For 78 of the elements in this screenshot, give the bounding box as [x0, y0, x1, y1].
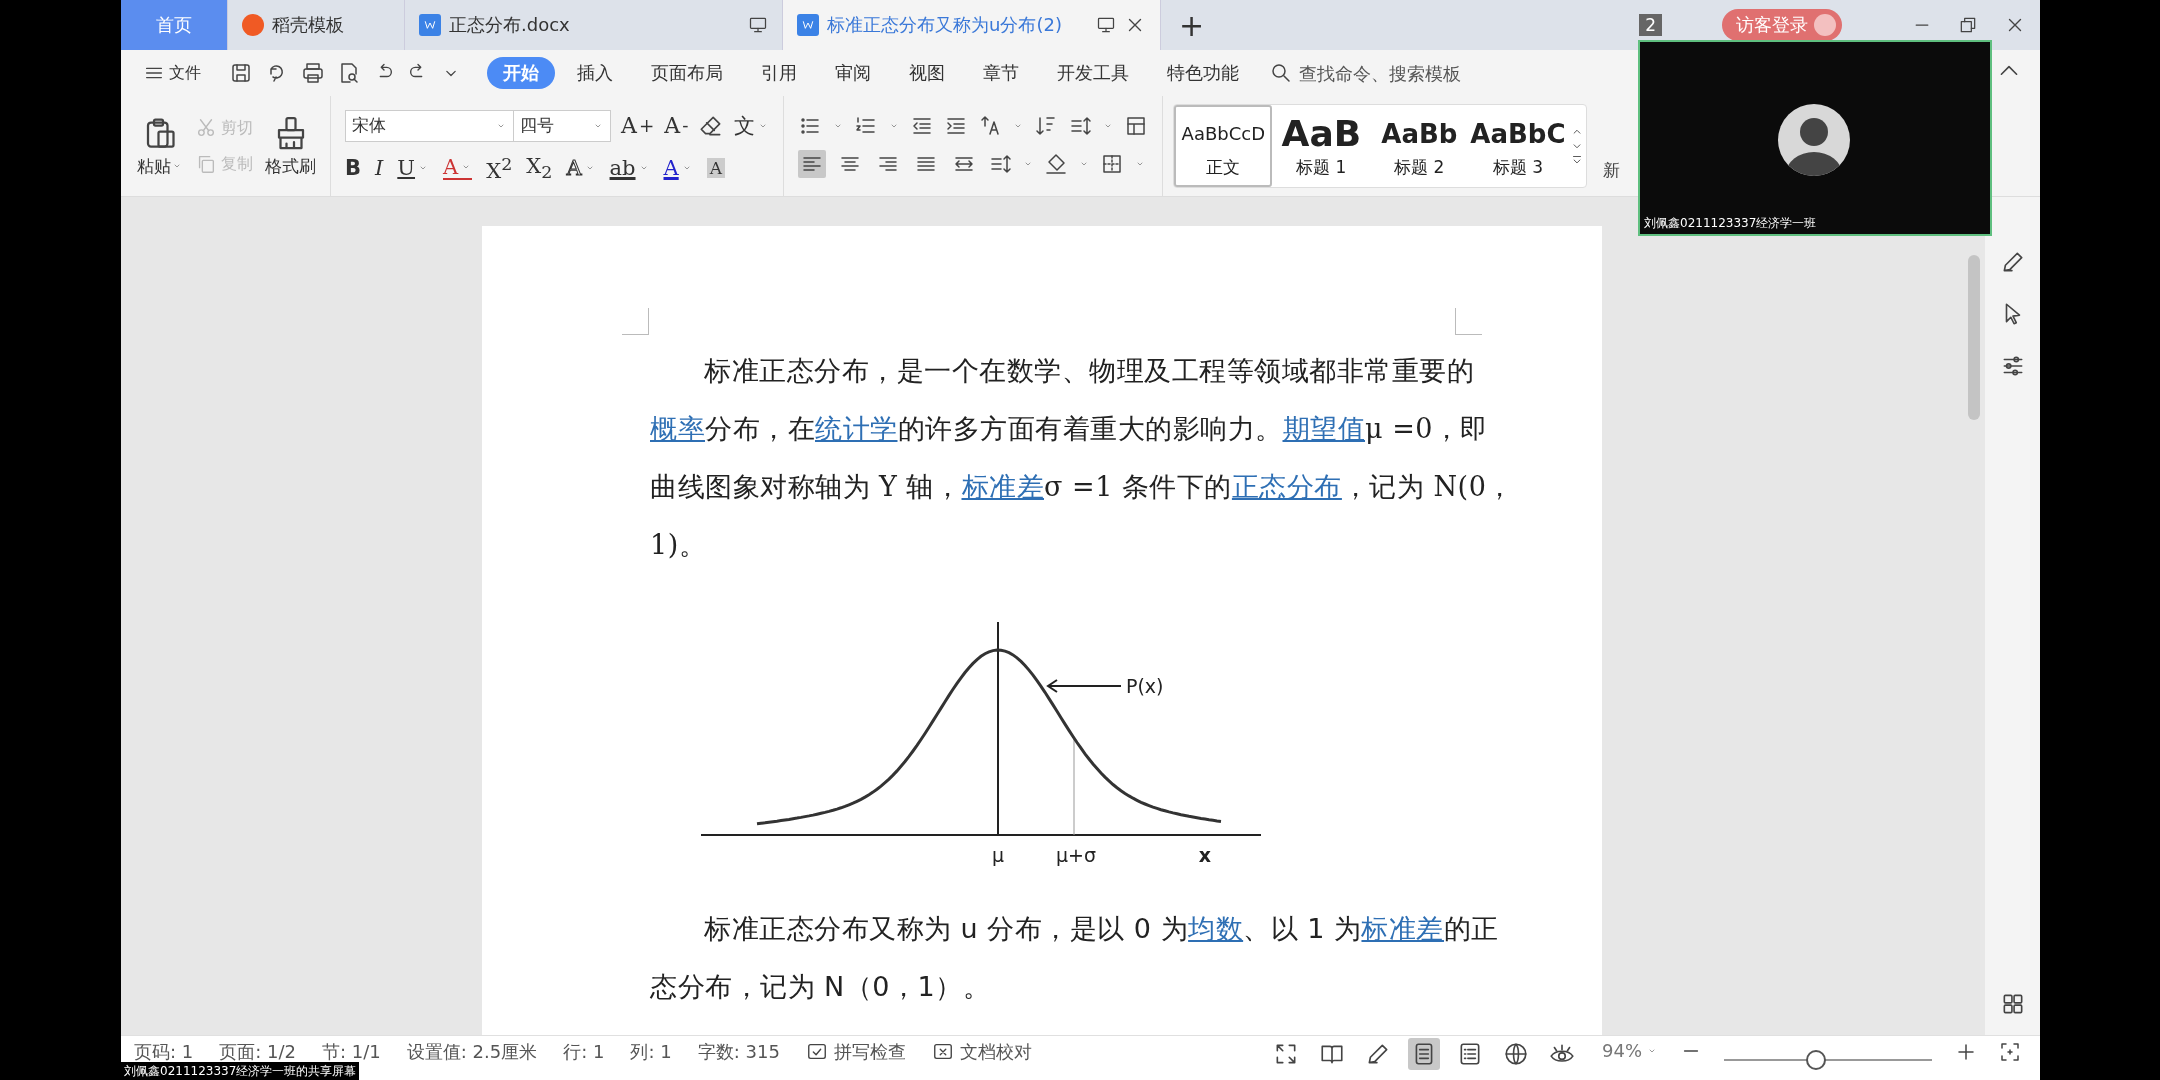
line-spacing-icon[interactable] — [1068, 114, 1093, 138]
screen-share-label: 刘佩鑫0211123337经济学一班的共享屏幕 — [121, 1062, 360, 1080]
curve-label: P(x) — [1126, 675, 1164, 697]
proofread-button[interactable]: 文档校对 — [931, 1040, 1032, 1064]
format-button[interactable]: U — [397, 156, 429, 180]
axis-label: μ+σ — [1055, 844, 1097, 866]
new-style-label[interactable]: 新 — [1602, 159, 1620, 182]
phonetic-button[interactable]: 文 — [734, 111, 770, 140]
globe-icon — [1503, 1041, 1529, 1067]
fit-page-icon[interactable] — [1998, 1040, 2022, 1064]
ribbon-tab[interactable]: 页面布局 — [635, 57, 739, 89]
format-button[interactable]: A — [566, 156, 596, 180]
ribbon-tab[interactable]: 插入 — [561, 57, 629, 89]
view-button[interactable] — [1408, 1038, 1440, 1070]
ribbon-tab[interactable]: 引用 — [745, 57, 813, 89]
link[interactable]: 统计学 — [815, 413, 898, 444]
file-menu[interactable]: 文件 — [143, 62, 201, 84]
format-button[interactable]: A — [443, 156, 473, 180]
format-button[interactable]: I — [375, 156, 384, 180]
line-spacing-icon[interactable] — [988, 152, 1013, 176]
status-text: 设置值: 2.5厘米 — [406, 1040, 538, 1064]
search-field[interactable]: 查找命令、搜索模板 — [1269, 61, 1491, 85]
count-badge: 2 — [1639, 14, 1662, 36]
shading-icon[interactable] — [1044, 152, 1069, 176]
new-tab-button[interactable]: + — [1161, 0, 1223, 50]
format-button[interactable]: A — [663, 156, 693, 180]
status-text: 字数: 315 — [697, 1040, 780, 1064]
ribbon-tab[interactable]: 开发工具 — [1041, 57, 1145, 89]
body-paragraph: 标准正态分布又称为 u 分布，是以 0 为均数、以 1 为标准差的正 态分布，记为 N（0，1）。 — [650, 912, 1500, 1004]
document-tab[interactable]: 标准正态分布又称为u分布(2) — [783, 0, 1161, 50]
style-item[interactable]: AaB 标题 1 — [1272, 105, 1371, 187]
link[interactable]: 标准差 — [961, 471, 1044, 502]
search-icon[interactable] — [1269, 61, 1293, 85]
monitor-icon[interactable] — [748, 15, 768, 35]
document-tab[interactable]: 正态分布.docx — [405, 0, 783, 50]
status-text: 行: 1 — [563, 1040, 605, 1064]
flame-logo-icon — [242, 14, 264, 36]
corner-mark — [1455, 308, 1482, 335]
status-text: 页码: 1 — [134, 1040, 194, 1064]
print-icon[interactable] — [301, 61, 325, 85]
format-button[interactable]: B — [345, 156, 361, 180]
brush-button[interactable]: 格式刷 — [265, 114, 316, 178]
align-button[interactable] — [798, 150, 827, 178]
ribbon-tab[interactable]: 章节 — [967, 57, 1035, 89]
link[interactable]: 标准差 — [1361, 913, 1444, 944]
slider-thumb[interactable] — [1805, 1050, 1826, 1070]
ribbon-tab[interactable]: 视图 — [893, 57, 961, 89]
style-item[interactable]: AaBb 标题 2 — [1370, 105, 1469, 187]
status-text: 页面: 1/2 — [219, 1040, 296, 1064]
status-text: 节: 1/1 — [322, 1040, 381, 1064]
format-button[interactable]: ab — [609, 156, 650, 180]
restore-icon[interactable] — [1958, 15, 1978, 35]
ribbon-tab[interactable]: 审阅 — [819, 57, 887, 89]
body-paragraph: 标准正态分布，是一个在数学、物理及工程等领域都非常重要的 概率分布，在统计学的许多方面有着重大的影响力。期望值μ =0，即 曲线图象对称轴为 Y 轴，标准差σ =1 条件下的正态分布，记为 N(0， 1)。 — [650, 354, 1515, 562]
avatar-icon — [1814, 14, 1836, 36]
monitor-icon[interactable] — [1096, 15, 1116, 35]
style-item[interactable]: AaBbC 标题 3 — [1468, 105, 1568, 187]
link[interactable]: 概率 — [650, 413, 705, 444]
format-button[interactable]: A — [706, 158, 725, 178]
link[interactable]: 均数 — [1188, 913, 1244, 944]
scissors-icon — [195, 117, 217, 139]
spell-check-button[interactable]: 拼写检查 — [805, 1040, 906, 1064]
document-tab[interactable]: 稻壳模板 — [228, 0, 405, 50]
link[interactable]: 期望值 — [1282, 413, 1365, 444]
axis-label: μ — [991, 844, 1005, 866]
paste-button[interactable]: 粘贴 — [137, 114, 183, 178]
status-text: 列: 1 — [630, 1040, 672, 1064]
ribbon-tab[interactable]: 特色功能 — [1151, 57, 1255, 89]
link[interactable]: 正态分布 — [1231, 471, 1342, 502]
participant-name: 刘佩鑫0211123337经济学一班 — [1644, 215, 1817, 232]
format-button[interactable]: X$^{2}$ — [486, 153, 513, 183]
style-item[interactable]: AaBbCcD 正文 — [1174, 105, 1273, 187]
zoom-menu[interactable]: 94% — [1602, 1040, 1658, 1061]
scroll-thumb[interactable] — [1968, 255, 1980, 420]
format-button[interactable]: X$_{2}$ — [526, 153, 553, 183]
save-icon[interactable] — [229, 61, 253, 85]
axis-label: x — [1198, 844, 1212, 866]
corner-mark — [622, 308, 649, 335]
